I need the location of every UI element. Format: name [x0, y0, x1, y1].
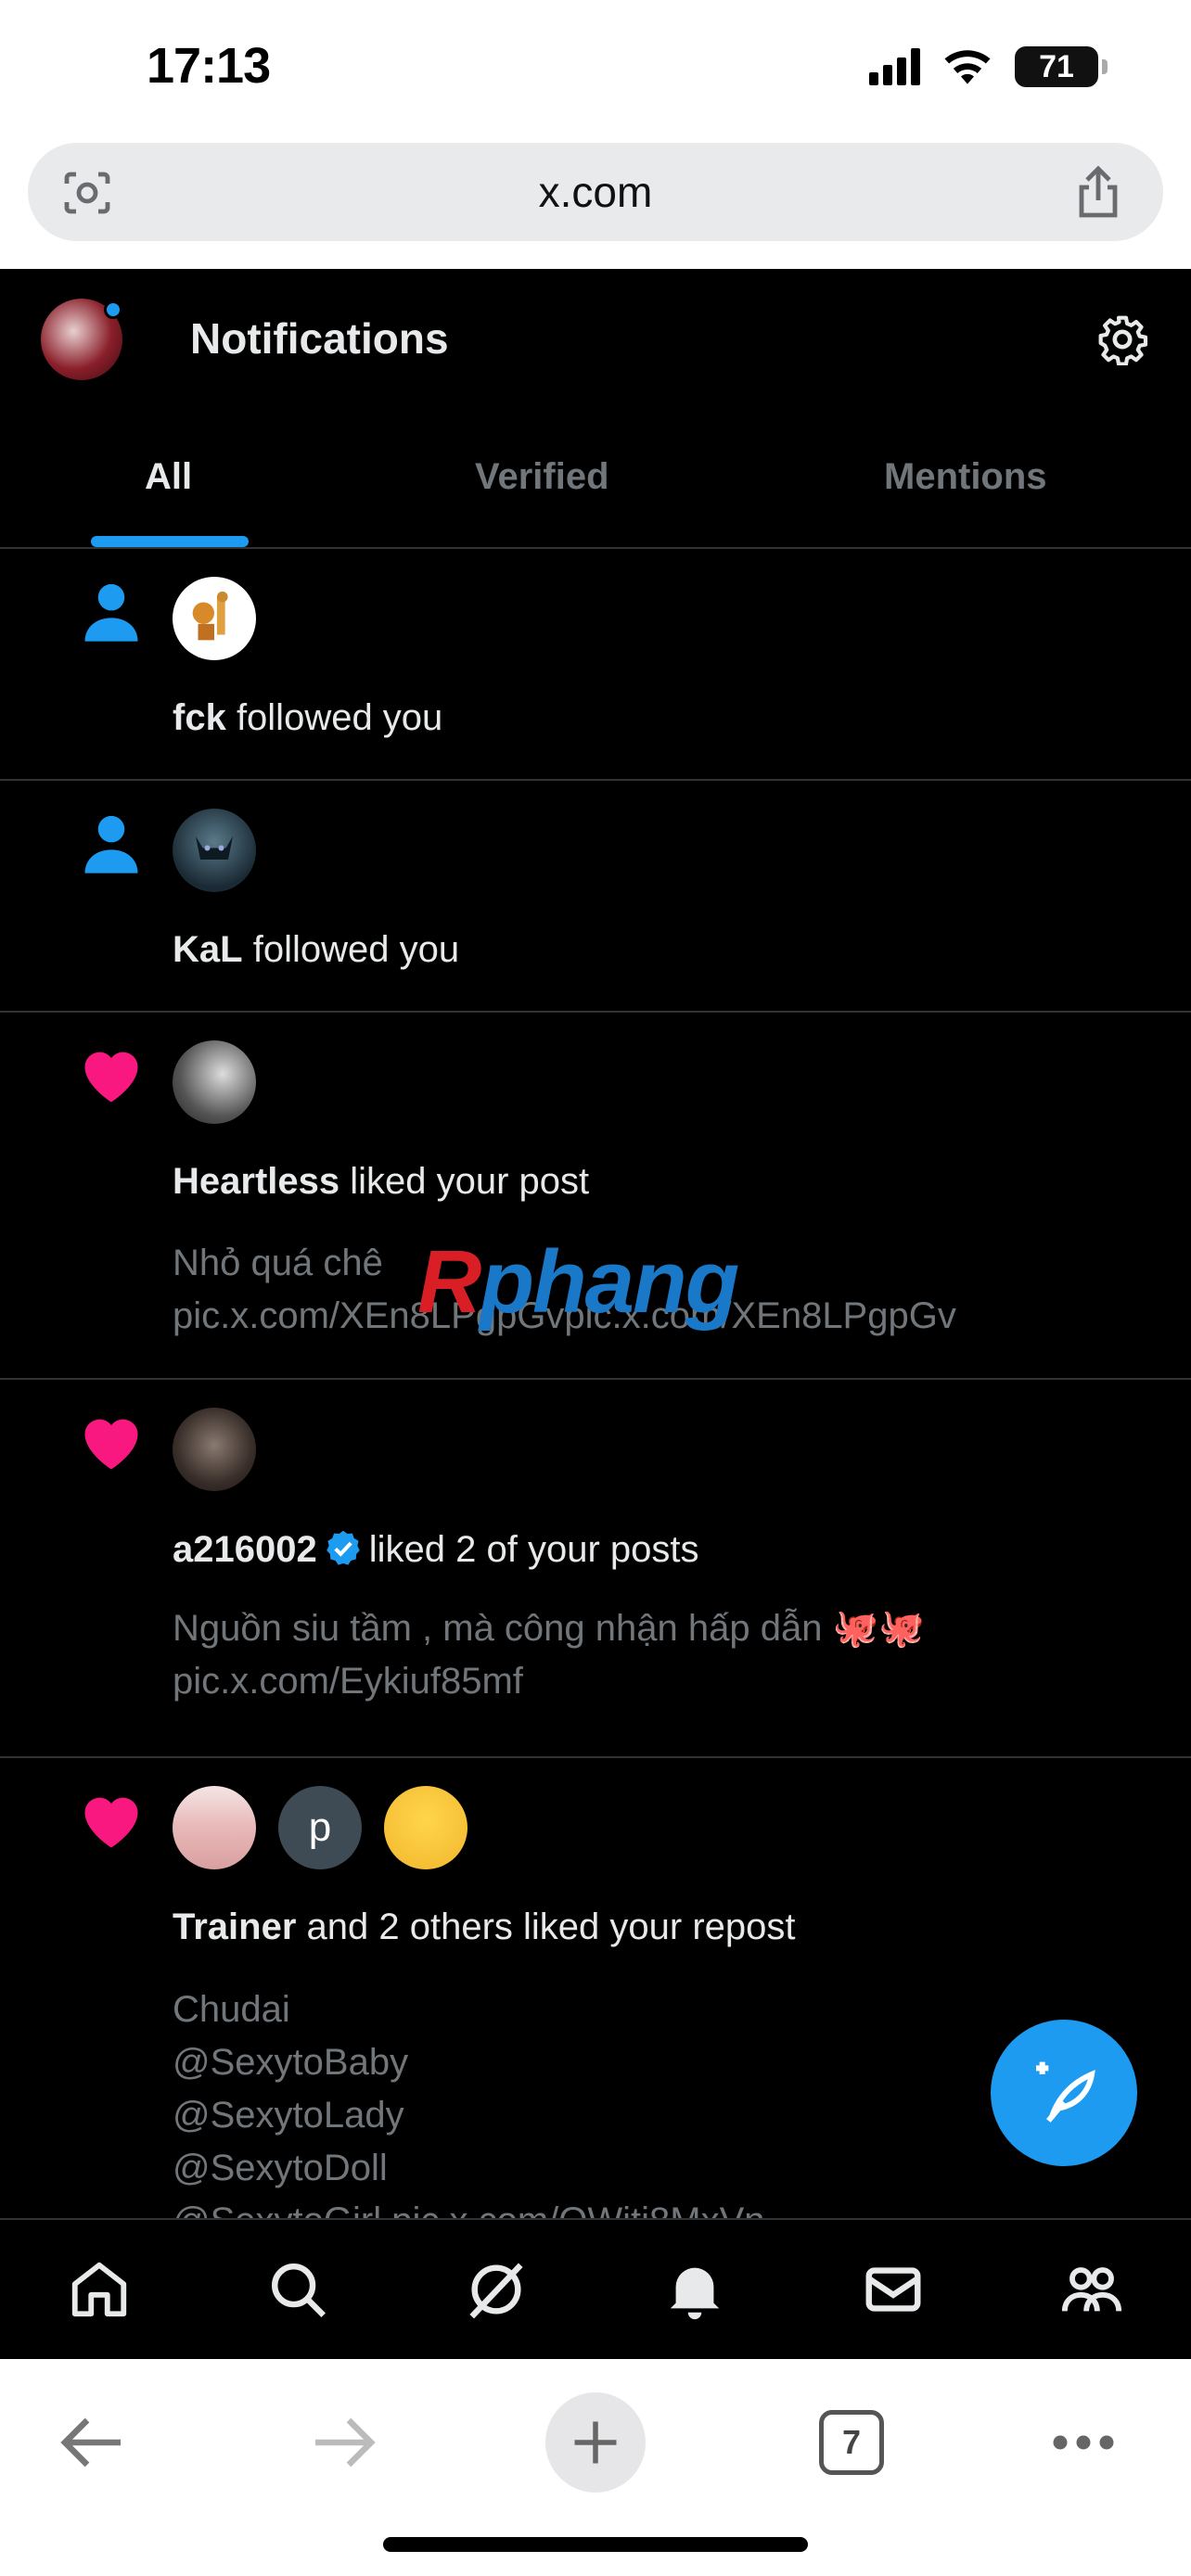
tab-verified[interactable]: Verified [475, 456, 609, 498]
nav-grok[interactable] [459, 2252, 533, 2327]
heart-icon [84, 1797, 138, 1848]
compose-feather-icon [1036, 2061, 1095, 2123]
user-avatar[interactable] [384, 1786, 467, 1869]
url-text: x.com [538, 168, 653, 216]
post-snippet: Chudai @SexytoBaby @SexytoLady @SexytoDo… [173, 1989, 765, 2218]
wifi-icon [944, 50, 991, 84]
notification-text: fck followed you [173, 697, 443, 738]
share-icon[interactable] [1074, 165, 1122, 219]
tabs-button[interactable]: 7 [814, 2396, 889, 2489]
user-avatar[interactable] [173, 1408, 256, 1491]
notification-text: Heartless liked your post [173, 1161, 590, 1202]
home-icon [71, 2262, 127, 2317]
tab-all[interactable]: All [145, 456, 192, 498]
user-avatar[interactable] [173, 1786, 256, 1869]
page-title: Notifications [190, 314, 449, 363]
follow-person-icon [84, 583, 138, 642]
notification-text: KaL followed you [173, 929, 460, 970]
profile-avatar[interactable] [41, 299, 122, 380]
user-name[interactable]: fck [173, 697, 226, 738]
back-arrow-icon [60, 2417, 121, 2468]
nav-messages[interactable] [856, 2252, 930, 2327]
status-time: 17:13 [147, 38, 271, 94]
notification-tabs: All Verified Mentions [0, 408, 1191, 549]
active-tab-indicator [91, 536, 249, 547]
user-avatar[interactable] [173, 809, 256, 892]
nav-notifications[interactable] [658, 2252, 732, 2327]
app-bottom-nav [0, 2218, 1191, 2359]
forward-button[interactable] [297, 2396, 390, 2489]
more-button[interactable] [1046, 2396, 1121, 2489]
user-avatar[interactable] [173, 1040, 256, 1124]
mail-icon [865, 2267, 921, 2312]
user-name[interactable]: KaL [173, 929, 243, 970]
search-icon [272, 2264, 326, 2317]
bell-icon [670, 2267, 720, 2320]
post-snippet: Nguồn siu tầm , mà công nhận hấp dẫn 🐙🐙 … [173, 1608, 926, 1702]
browser-url-area: x.com [0, 139, 1191, 269]
user-avatar[interactable]: p [278, 1786, 362, 1869]
heart-icon [84, 1052, 138, 1103]
compose-post-button[interactable] [991, 2020, 1137, 2166]
settings-gear-icon[interactable] [1096, 313, 1148, 365]
notification-item[interactable]: a216002 liked 2 of your posts Nguồn siu t… [0, 1380, 1191, 1758]
back-button[interactable] [46, 2396, 139, 2489]
battery-level: 71 [1039, 48, 1074, 84]
unread-dot [104, 300, 122, 319]
new-tab-button[interactable] [545, 2392, 646, 2493]
nav-home[interactable] [62, 2252, 136, 2327]
notification-text: Trainer and 2 others liked your repost [173, 1906, 796, 1947]
notification-item[interactable]: fck followed you [0, 549, 1191, 781]
watermark-logo: Rphang [417, 1232, 739, 1332]
grok-icon [469, 2263, 523, 2319]
address-bar[interactable]: x.com [28, 143, 1163, 241]
cellular-signal-icon [869, 48, 920, 85]
status-bar: 17:13 71 [0, 0, 1191, 139]
forward-arrow-icon [315, 2417, 376, 2468]
nav-communities[interactable] [1055, 2252, 1129, 2327]
user-name[interactable]: Heartless [173, 1161, 339, 1202]
user-name[interactable]: a216002 [173, 1529, 317, 1570]
home-indicator [383, 2537, 808, 2552]
notification-item[interactable]: p Trainer and 2 others liked your repost… [0, 1758, 1191, 2218]
tabs-count-icon: 7 [819, 2410, 884, 2475]
heart-icon [84, 1419, 138, 1470]
follow-person-icon [84, 815, 138, 874]
user-name[interactable]: Trainer [173, 1906, 296, 1947]
notification-item[interactable]: KaL followed you [0, 781, 1191, 1013]
status-icons: 71 [869, 46, 1108, 87]
nav-search[interactable] [261, 2252, 335, 2327]
app-header: Notifications [0, 269, 1191, 408]
notifications-feed: fck followed you KaL followed you Heartl… [0, 549, 1191, 2218]
tab-mentions[interactable]: Mentions [884, 456, 1047, 498]
user-avatar[interactable] [173, 577, 256, 660]
plus-icon [545, 2392, 646, 2493]
more-dots-icon [1053, 2435, 1114, 2450]
communities-icon [1061, 2267, 1122, 2312]
battery-icon: 71 [1015, 46, 1108, 87]
verified-badge-icon [326, 1530, 360, 1565]
notification-text: a216002 liked 2 of your posts [173, 1529, 699, 1570]
